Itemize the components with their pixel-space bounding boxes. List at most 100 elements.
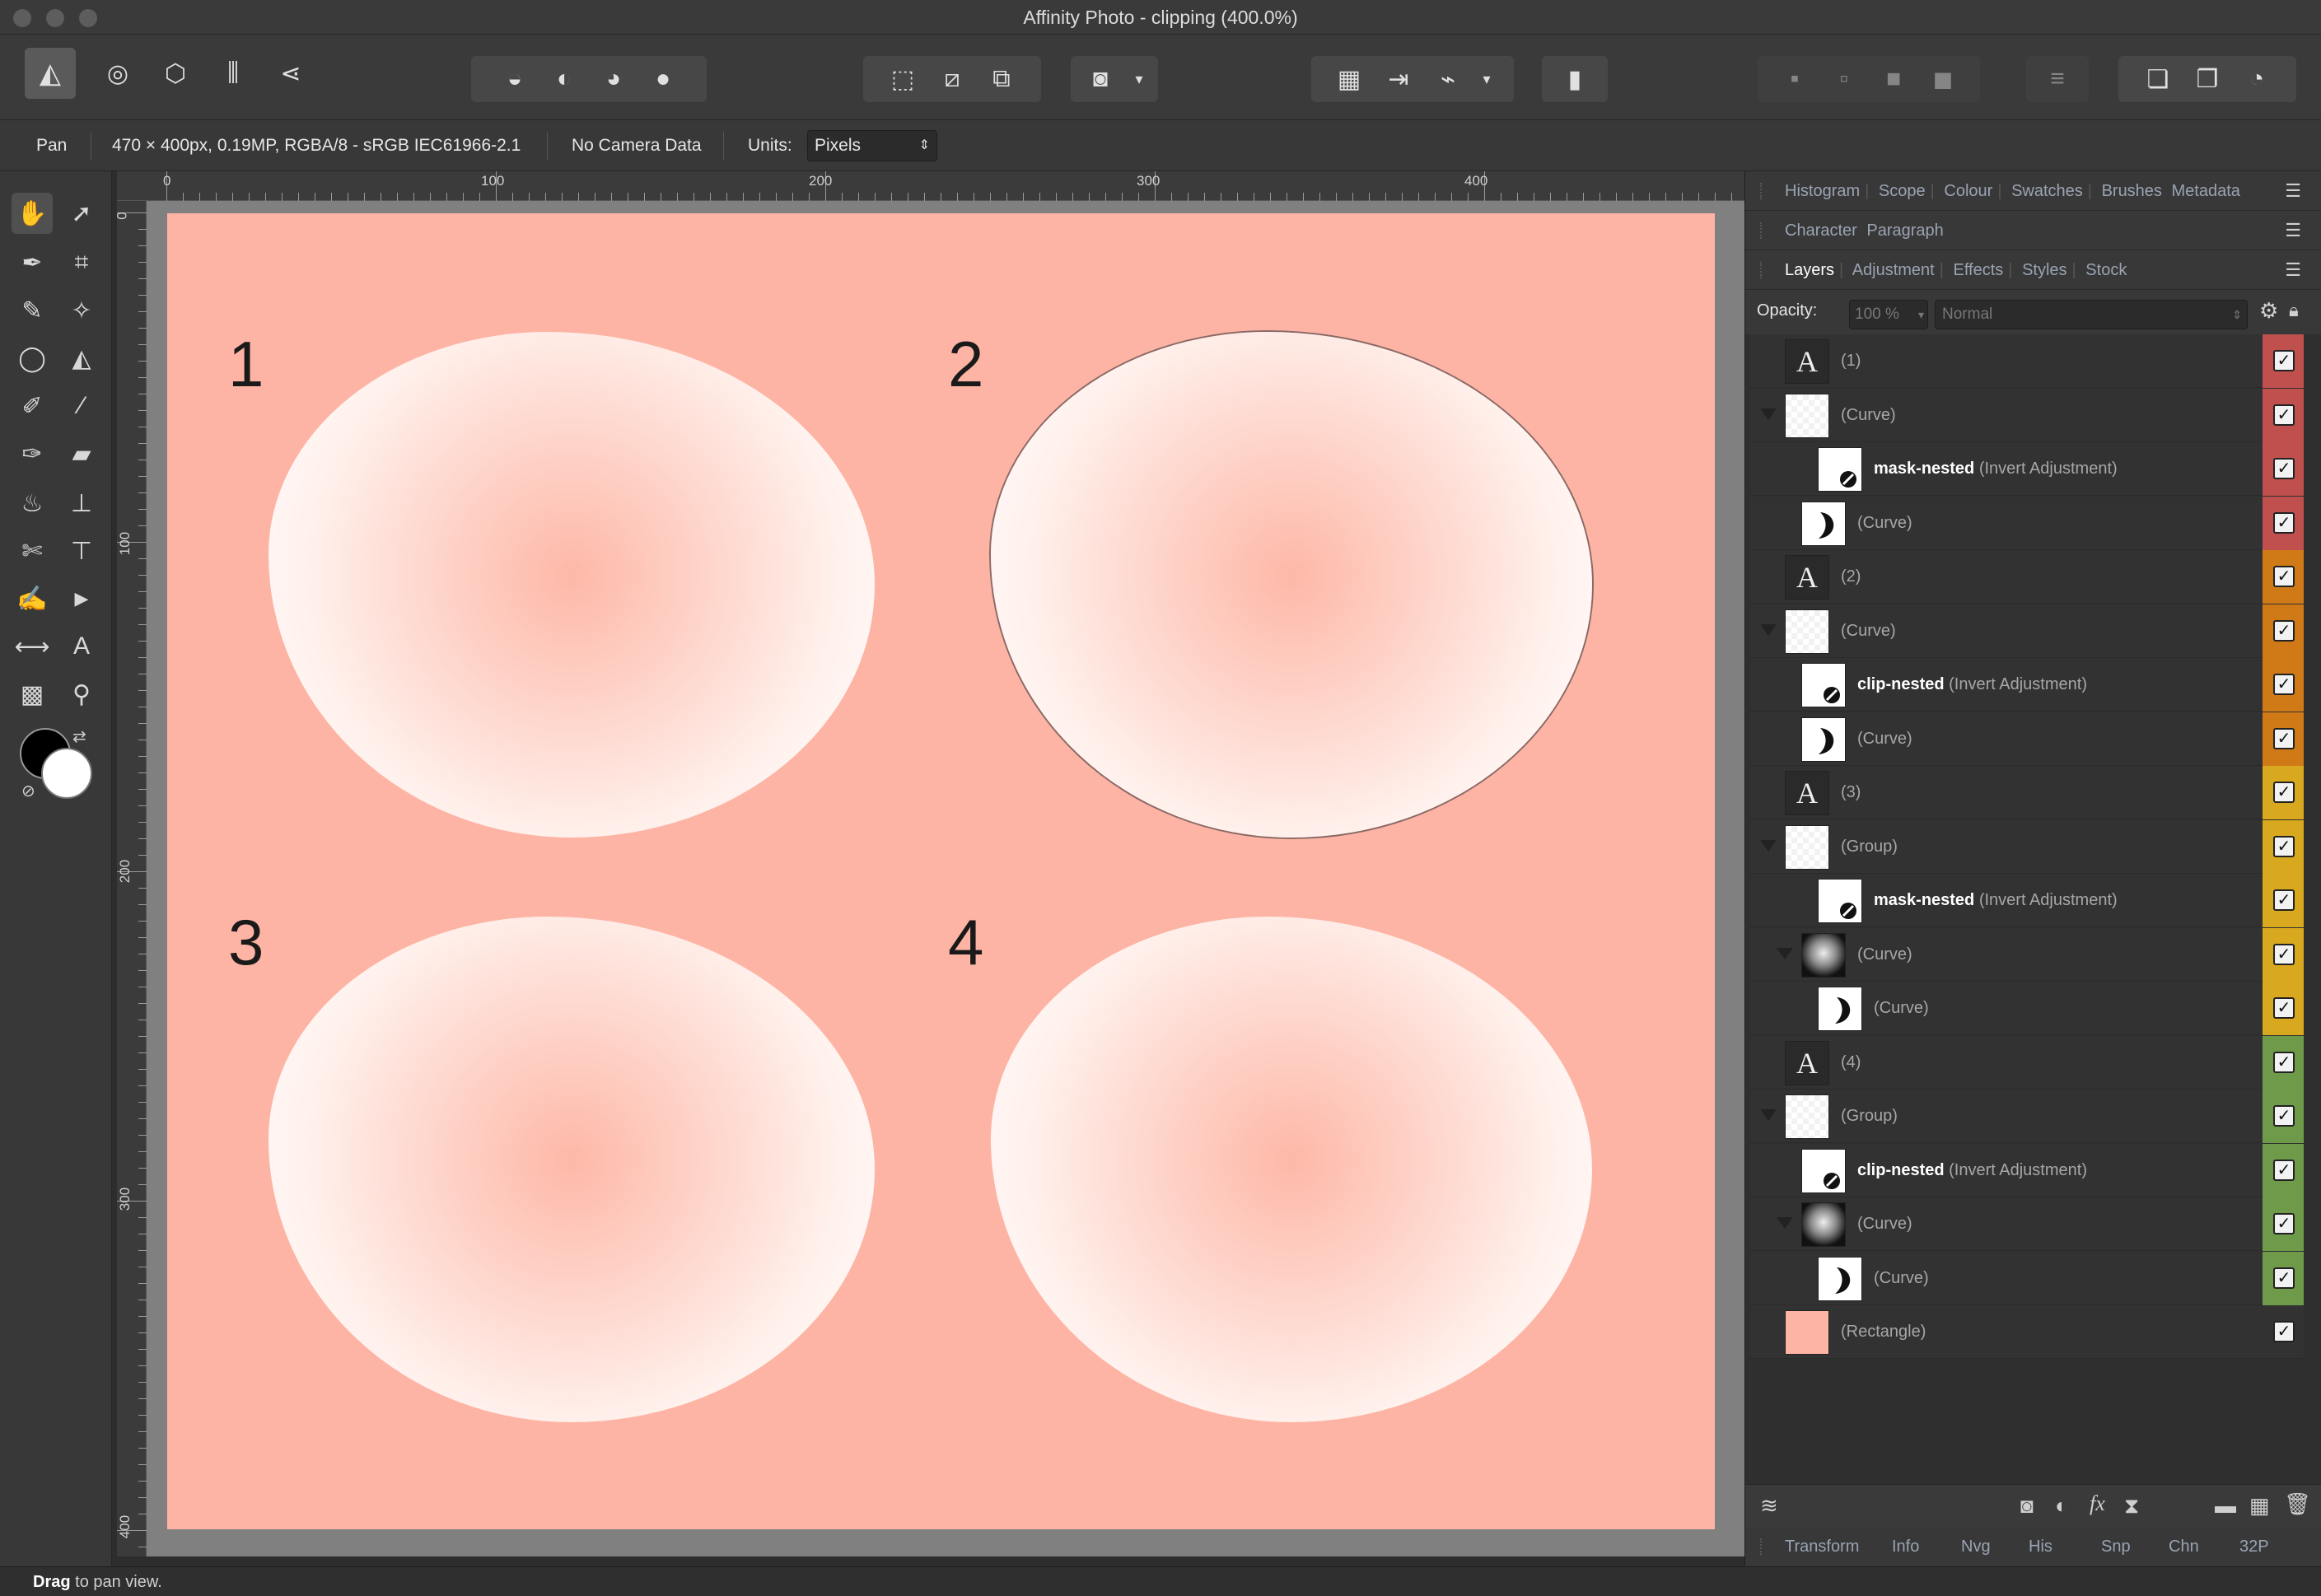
expand-toggle-icon[interactable] [1777, 948, 1793, 959]
layer-visibility-checkbox[interactable]: ✓ [2273, 458, 2295, 479]
tab-brushes[interactable]: Brushes [2102, 182, 2162, 200]
layer-visibility-checkbox[interactable]: ✓ [2273, 350, 2295, 371]
align-icon[interactable]: ⇥ [1378, 58, 1419, 100]
layer-row[interactable]: (Group) ✓ [1750, 820, 2304, 874]
expand-toggle-icon[interactable] [1760, 408, 1777, 420]
tab-adjustment[interactable]: Adjustment [1852, 261, 1935, 279]
live-filter-icon[interactable]: ⧗ [2124, 1493, 2139, 1519]
layer-visibility-checkbox[interactable]: ✓ [2273, 404, 2295, 426]
layer-row[interactable]: (Rectangle) ✓ [1750, 1305, 2304, 1359]
erase-tool-icon[interactable]: ▰ [61, 433, 102, 474]
layer-visibility-checkbox[interactable]: ✓ [2273, 782, 2295, 803]
curve-shape-1[interactable] [269, 332, 875, 838]
opacity-field[interactable]: 100 % ▾ [1849, 300, 1928, 329]
photo-persona-icon[interactable]: ◭ [25, 48, 76, 99]
expand-toggle-icon[interactable] [1760, 624, 1777, 636]
secondary-colour-swatch[interactable] [41, 748, 92, 799]
expand-toggle-icon[interactable] [1760, 840, 1777, 852]
flood-fill-tool-icon[interactable]: ◭ [61, 338, 102, 379]
move-tool-icon[interactable]: ➚ [61, 193, 102, 234]
crop-tool-icon[interactable]: ⌗ [61, 242, 102, 283]
layer-visibility-checkbox[interactable]: ✓ [2273, 997, 2295, 1019]
tab-histogram[interactable]: Histogram [1785, 182, 1860, 200]
panel-menu-icon[interactable]: ☰ [2285, 250, 2301, 290]
invert-selection-icon[interactable]: ⧉ [981, 58, 1022, 100]
layer-visibility-checkbox[interactable]: ✓ [2273, 728, 2295, 749]
layer-row[interactable]: A (3) ✓ [1750, 766, 2304, 819]
liquify-persona-icon[interactable]: ◎ [97, 53, 138, 94]
layer-row[interactable]: (Curve) ✓ [1750, 389, 2304, 442]
panel-menu-icon[interactable]: ☰ [2285, 171, 2301, 211]
curve-shape-3[interactable] [269, 917, 875, 1422]
selection-brush-tool-icon[interactable]: ✎ [12, 290, 53, 331]
tab-character[interactable]: Character [1785, 222, 1857, 240]
subtract-shape-icon[interactable]: ❐ [2187, 58, 2228, 100]
text-tool-icon[interactable]: A [61, 626, 102, 667]
auto-colour-icon[interactable]: ◕ [593, 58, 634, 100]
chevron-down-icon[interactable]: ▾ [1477, 58, 1497, 100]
layer-row[interactable]: (Curve) ✓ [1750, 604, 2304, 658]
layer-visibility-checkbox[interactable]: ✓ [2273, 1213, 2295, 1234]
add-shape-icon[interactable]: ❏ [2137, 58, 2179, 100]
tab-effects[interactable]: Effects [1954, 261, 2004, 279]
tab-32bit-preview[interactable]: 32P [2239, 1527, 2269, 1566]
tab-stock[interactable]: Stock [2085, 261, 2127, 279]
tab-layers[interactable]: Layers [1785, 261, 1834, 279]
arrange-front-icon[interactable]: ◼ [1922, 58, 1964, 100]
tab-paragraph[interactable]: Paragraph [1866, 222, 1943, 240]
curve-shape-2[interactable] [991, 332, 1592, 838]
vertical-ruler[interactable]: 0 100 200 300 400 [114, 201, 147, 1556]
layer-row[interactable]: (Curve) ✓ [1750, 712, 2304, 766]
arrange-forward-icon[interactable]: ■ [1873, 58, 1914, 100]
tab-transform[interactable]: Transform [1785, 1527, 1859, 1566]
layer-visibility-checkbox[interactable]: ✓ [2273, 836, 2295, 857]
layer-visibility-checkbox[interactable]: ✓ [2273, 1160, 2295, 1181]
select-all-icon[interactable]: ⬚ [882, 58, 923, 100]
tab-history[interactable]: His [2029, 1527, 2052, 1566]
lock-icon[interactable]: 🔒︎ [2289, 300, 2299, 321]
layer-visibility-checkbox[interactable]: ✓ [2273, 674, 2295, 695]
arrange-backward-icon[interactable]: ▫ [1824, 58, 1865, 100]
blemish-tool-icon[interactable]: ✄ [12, 530, 53, 572]
gear-icon[interactable]: ⚙ [2259, 298, 2278, 324]
tab-styles[interactable]: Styles [2022, 261, 2066, 279]
perspective-tool-icon[interactable]: ▩ [12, 674, 53, 715]
tab-snapshots[interactable]: Snp [2101, 1527, 2131, 1566]
assistant-icon[interactable]: ▮ [1554, 58, 1595, 100]
expand-toggle-icon[interactable] [1760, 1109, 1777, 1121]
add-mask-icon[interactable]: ◙ [2020, 1493, 2034, 1519]
layer-row[interactable]: (Curve) ✓ [1750, 928, 2304, 982]
swap-colours-icon[interactable]: ⇄ [72, 726, 86, 747]
layer-row[interactable]: A (2) ✓ [1750, 550, 2304, 604]
zoom-tool-icon[interactable]: ⚲ [61, 674, 102, 715]
mesh-warp-tool-icon[interactable]: ⟷ [12, 626, 53, 667]
tab-swatches[interactable]: Swatches [2011, 182, 2083, 200]
layer-row[interactable]: clip-nested (Invert Adjustment) ✓ [1750, 1144, 2304, 1197]
dodge-tool-icon[interactable]: ✑ [12, 433, 53, 474]
arrange-back-icon[interactable]: ▪ [1774, 58, 1815, 100]
layer-row[interactable]: (Group) ✓ [1750, 1090, 2304, 1143]
layer-row[interactable]: (Curve) ✓ [1750, 1197, 2304, 1251]
freehand-selection-tool-icon[interactable]: ◯ [12, 338, 53, 379]
export-persona-icon[interactable]: ⋖ [270, 53, 311, 94]
tab-info[interactable]: Info [1892, 1527, 1919, 1566]
layer-visibility-checkbox[interactable]: ✓ [2273, 944, 2295, 965]
layer-row[interactable]: mask-nested (Invert Adjustment) ✓ [1750, 442, 2304, 496]
snapping-magnet-icon[interactable]: ⌁ [1427, 58, 1469, 100]
layer-row[interactable]: A (4) ✓ [1750, 1036, 2304, 1090]
layer-row[interactable]: mask-nested (Invert Adjustment) ✓ [1750, 874, 2304, 927]
burn-tool-icon[interactable]: ♨ [12, 483, 53, 524]
paint-brush-tool-icon[interactable]: ✐ [12, 385, 53, 427]
layers-stack-icon[interactable]: ≋ [1760, 1493, 1778, 1519]
pixel-brush-tool-icon[interactable]: ⁄ [61, 385, 102, 427]
intersect-shape-icon[interactable]: ◔ [2236, 58, 2277, 100]
panel-menu-icon[interactable]: ☰ [2285, 211, 2301, 250]
fx-icon[interactable]: fx [2090, 1491, 2105, 1516]
layer-visibility-checkbox[interactable]: ✓ [2273, 889, 2295, 911]
trash-icon[interactable]: 🗑︎ [2284, 1491, 2311, 1517]
expand-toggle-icon[interactable] [1777, 1217, 1793, 1229]
chevron-down-icon[interactable]: ▾ [1129, 58, 1149, 100]
pen-tool-icon[interactable]: ✍ [12, 578, 53, 619]
document-canvas[interactable]: 1 2 3 4 [167, 213, 1715, 1529]
tab-colour[interactable]: Colour [1944, 182, 1992, 200]
